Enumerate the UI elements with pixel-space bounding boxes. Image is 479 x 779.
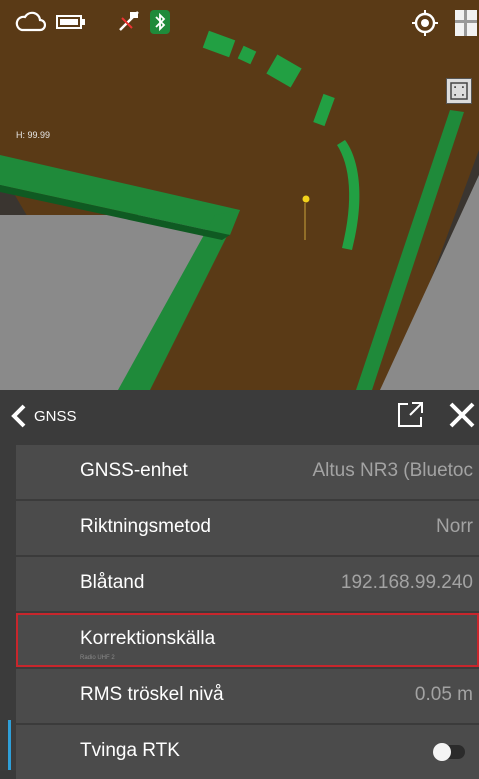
map-view[interactable]: H: 99.99 [0,0,479,390]
gnss-panel: GNSS GNSS-enhet Altus NR3 (Bluetoc Riktn… [0,390,479,779]
row-gnss-device[interactable]: GNSS-enhet Altus NR3 (Bluetoc [16,445,479,499]
status-bar [0,8,479,44]
panel-header: GNSS [0,390,479,443]
open-external-button[interactable] [395,400,425,435]
row-accent-indicator [8,720,11,770]
row-label: Tvinga RTK [80,740,180,761]
row-label: Riktningsmetod [80,516,211,537]
row-correction-source[interactable]: Korrektionskälla Radio UHF 2 [16,613,479,667]
zoom-fit-icon [450,82,468,100]
row-label: Korrektionskälla [80,628,216,649]
row-rms-threshold[interactable]: RMS tröskel nivå 0.05 m [16,669,479,723]
row-label: RMS tröskel nivå [80,684,224,705]
row-value: Norr [436,516,473,537]
row-value: Altus NR3 (Bluetoc [312,460,473,481]
force-rtk-toggle[interactable] [433,743,465,761]
chevron-left-icon [11,404,26,428]
close-button[interactable] [447,400,477,435]
row-label: GNSS-enhet [80,460,188,481]
row-label: Blåtand [80,572,145,593]
row-direction-method[interactable]: Riktningsmetod Norr [16,501,479,555]
height-label: H: 99.99 [16,130,51,140]
close-icon [449,402,475,428]
row-value: 192.168.99.240 [340,572,473,593]
external-link-icon [398,402,423,427]
zoom-fit-button[interactable] [446,78,472,104]
toggle-knob [433,743,451,761]
map-scene [0,0,479,390]
back-button[interactable] [10,403,28,434]
row-value: 0.05 m [414,684,473,705]
row-bluetooth[interactable]: Blåtand 192.168.99.240 [16,557,479,611]
panel-title: GNSS [34,408,77,425]
row-sublabel: Radio UHF 2 [80,655,115,661]
